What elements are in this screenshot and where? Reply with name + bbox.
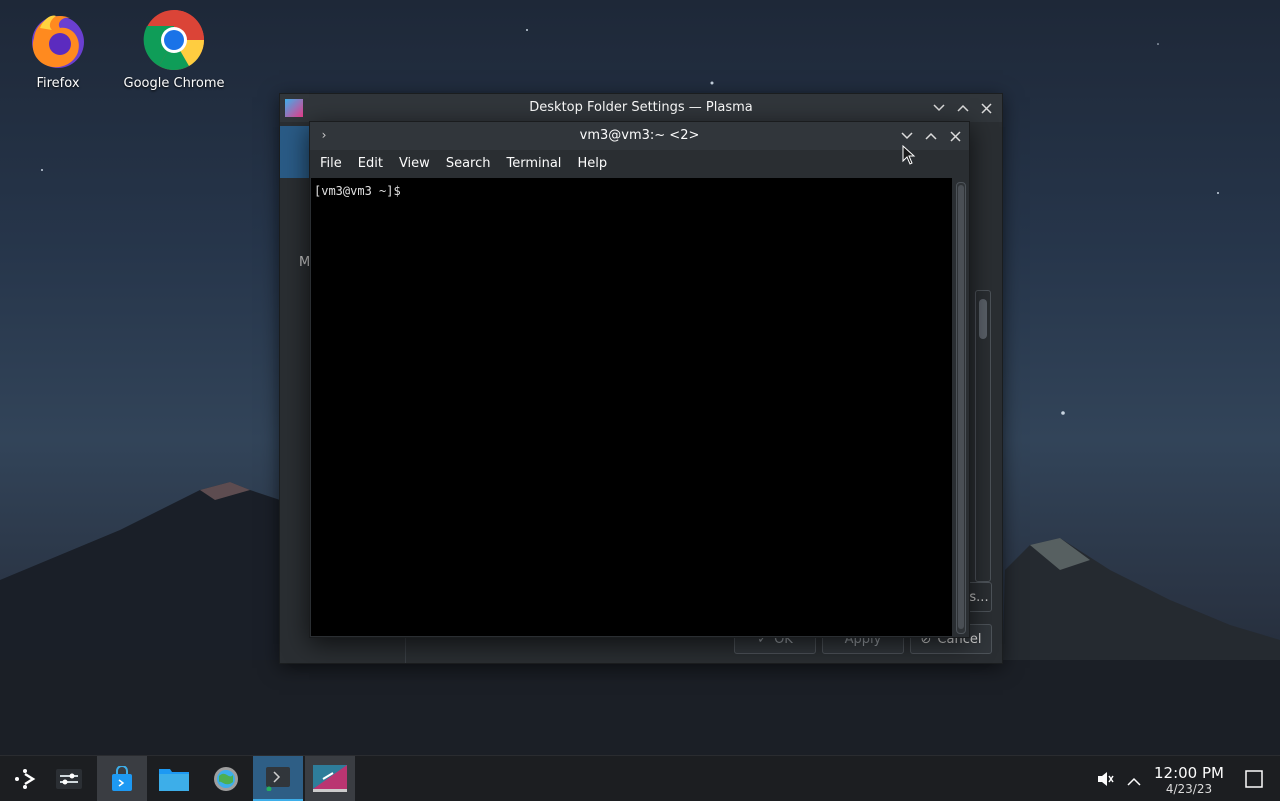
selected-sidebar-item[interactable]	[280, 126, 310, 178]
application-launcher-button[interactable]	[0, 756, 50, 801]
chrome-icon	[142, 8, 206, 72]
menu-help[interactable]: Help	[569, 156, 615, 171]
window-titlebar[interactable]: Desktop Folder Settings — Plasma	[280, 94, 1002, 122]
firefox-icon	[26, 8, 90, 72]
activities-icon	[56, 768, 82, 789]
system-settings-button[interactable]	[201, 756, 251, 801]
clock-date: 4/23/23	[1165, 782, 1213, 796]
close-button[interactable]	[977, 99, 995, 117]
window-title: Desktop Folder Settings — Plasma	[529, 100, 753, 115]
terminal-scrollbar[interactable]	[956, 182, 966, 634]
file-manager-icon	[159, 768, 189, 791]
discover-store-button[interactable]	[97, 756, 147, 801]
chevron-up-icon	[957, 104, 969, 112]
show-desktop-button[interactable]	[1245, 770, 1263, 792]
taskbar: 12:00 PM 4/23/23	[0, 755, 1280, 801]
shell-prompt: [vm3@vm3 ~]$	[314, 184, 401, 198]
window-title: vm3@vm3:~ <2>	[579, 128, 700, 143]
close-icon	[949, 130, 961, 142]
settings-scrollbar[interactable]	[975, 290, 991, 582]
mouse-cursor-icon	[902, 145, 916, 165]
file-manager-button[interactable]	[149, 756, 199, 801]
desktop-icon-firefox[interactable]: Firefox	[3, 8, 113, 91]
konsole-window[interactable]: › vm3@vm3:~ <2> File Edit View Search Te…	[309, 121, 970, 638]
menu-bar: File Edit View Search Terminal Help	[310, 150, 969, 177]
scrollbar-handle[interactable]	[979, 299, 987, 339]
chevron-up-icon	[1127, 777, 1141, 786]
chevron-up-icon	[925, 132, 937, 140]
terminal-output[interactable]: [vm3@vm3 ~]$	[311, 178, 952, 636]
volume-muted-icon[interactable]	[1096, 770, 1114, 792]
desktop-icon-label: Firefox	[36, 76, 80, 91]
scrollbar-handle[interactable]	[958, 185, 964, 629]
menu-edit[interactable]: Edit	[350, 156, 391, 171]
konsole-icon	[266, 766, 290, 791]
chevron-down-icon	[933, 104, 945, 112]
chevron-down-icon	[901, 132, 913, 140]
system-settings-window-button[interactable]	[305, 756, 355, 801]
menu-view[interactable]: View	[391, 156, 438, 171]
discover-store-icon	[112, 765, 132, 791]
window-titlebar[interactable]: › vm3@vm3:~ <2>	[310, 122, 969, 150]
digital-clock[interactable]: 12:00 PM 4/23/23	[1150, 764, 1228, 796]
application-launcher-icon	[15, 768, 36, 789]
menu-file[interactable]: File	[312, 156, 350, 171]
activities-button[interactable]	[44, 756, 94, 801]
minimize-button[interactable]	[898, 127, 916, 145]
menu-search[interactable]: Search	[438, 156, 499, 171]
menu-terminal[interactable]: Terminal	[498, 156, 569, 171]
desktop-icon-label: Google Chrome	[123, 76, 225, 91]
desktop-icon-chrome[interactable]: Google Chrome	[119, 8, 229, 91]
minimize-button[interactable]	[930, 99, 948, 117]
system-settings-icon	[214, 766, 238, 791]
konsole-taskbar-button[interactable]	[253, 756, 303, 801]
system-settings-window-icon	[313, 764, 347, 792]
close-icon	[980, 102, 992, 114]
system-tray-expand-button[interactable]	[1127, 772, 1141, 791]
maximize-button[interactable]	[922, 127, 940, 145]
close-button[interactable]	[946, 127, 964, 145]
clock-time: 12:00 PM	[1154, 764, 1224, 782]
maximize-button[interactable]	[954, 99, 972, 117]
show-desktop-icon	[1245, 770, 1263, 788]
